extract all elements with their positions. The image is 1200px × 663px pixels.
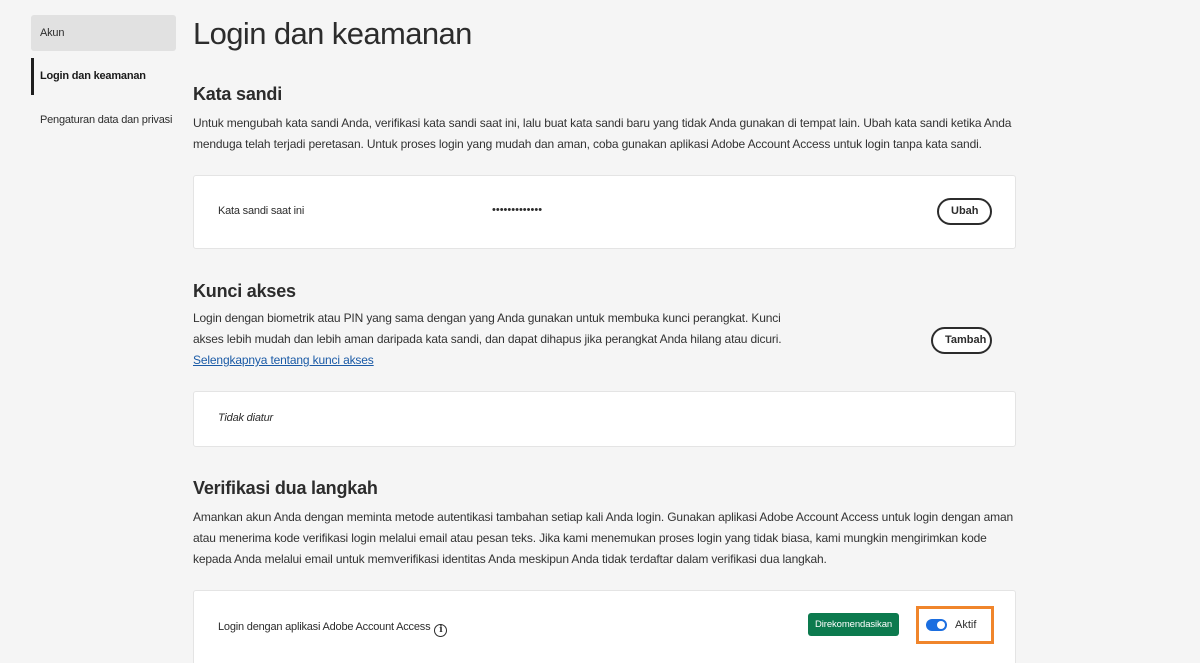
info-icon[interactable]: i	[434, 623, 448, 637]
passkey-description: Login dengan biometrik atau PIN yang sam…	[193, 308, 803, 371]
toggle-switch[interactable]	[926, 619, 947, 631]
sidebar-item-login-security[interactable]: Login dan keamanan	[31, 58, 176, 95]
password-card: Kata sandi saat ini ••••••••••••• Ubah	[193, 175, 1016, 249]
account-access-option-label: Login dengan aplikasi Adobe Account Acce…	[218, 621, 448, 637]
password-description: Untuk mengubah kata sandi Anda, verifika…	[193, 116, 1012, 151]
two-step-section-title: Verifikasi dua langkah	[193, 478, 378, 498]
masked-password-value: •••••••••••••	[492, 204, 543, 216]
sidebar-item-akun[interactable]: Akun	[31, 15, 176, 51]
page-title: Login dan keamanan	[193, 16, 472, 51]
passkey-description-text: Login dengan biometrik atau PIN yang sam…	[193, 311, 782, 346]
two-step-description: Amankan akun Anda dengan meminta metode …	[193, 510, 1014, 566]
change-password-button[interactable]: Ubah	[937, 198, 992, 225]
toggle-knob	[937, 621, 945, 629]
passkey-status: Tidak diatur	[218, 412, 273, 424]
passkey-learn-more-link[interactable]: Selengkapnya tentang kunci akses	[193, 353, 374, 367]
passkey-card: Tidak diatur	[193, 391, 1016, 447]
current-password-label: Kata sandi saat ini	[218, 205, 305, 217]
password-section-title: Kata sandi	[193, 84, 283, 104]
account-access-toggle[interactable]: Aktif	[916, 606, 994, 644]
account-access-option-text: Login dengan aplikasi Adobe Account Acce…	[218, 621, 431, 633]
passkey-section-title: Kunci akses	[193, 281, 296, 301]
add-passkey-button[interactable]: Tambah	[931, 327, 992, 354]
two-step-card: Login dengan aplikasi Adobe Account Acce…	[193, 590, 1016, 663]
recommended-badge: Direkomendasikan	[808, 613, 900, 636]
sidebar-nav: Akun Login dan keamanan Pengaturan data …	[31, 15, 176, 139]
toggle-label: Aktif	[955, 619, 977, 631]
sidebar-item-data-privacy[interactable]: Pengaturan data dan privasi	[31, 101, 176, 139]
